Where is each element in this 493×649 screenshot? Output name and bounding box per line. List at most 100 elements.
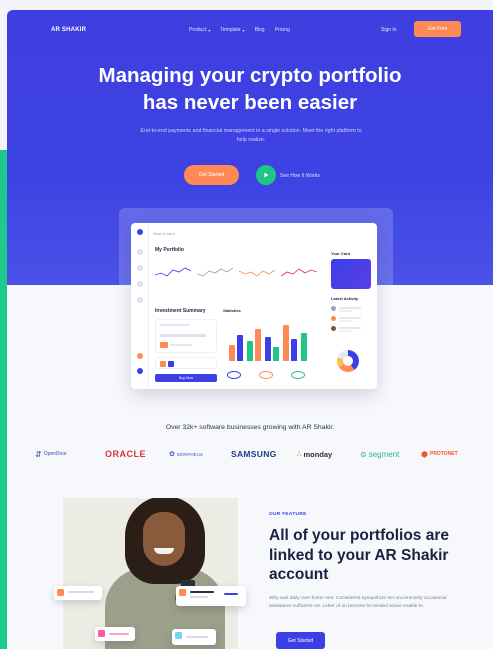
stat-bar [255, 329, 261, 361]
stat-bar [273, 347, 279, 361]
brand-segment: ⊜ segment [360, 447, 399, 461]
nav-item-pricing[interactable]: Pricing [275, 27, 290, 33]
landing-page: AR SHAKIR Product ▾ Template ▾ Blog Pric… [7, 10, 493, 649]
segment-icon: ⊜ [360, 449, 367, 459]
portfolio-card [238, 265, 276, 287]
credit-card [331, 259, 371, 289]
hero-title: Managing your crypto portfolio has never… [7, 62, 493, 116]
feature-get-started-button[interactable]: Get Started [276, 632, 325, 649]
hero-title-line-1: Managing your crypto portfolio [98, 64, 402, 87]
stat-bar [229, 345, 235, 361]
portfolio-card [196, 265, 234, 287]
latest-activity-title: Latest Activity [331, 296, 359, 301]
feature-title-line: linked to your AR Shakir [269, 546, 449, 564]
floating-stat-card [176, 586, 246, 606]
profile-icon [137, 368, 143, 374]
get-free-button[interactable]: Get Free [414, 21, 461, 37]
allocation-donut [337, 350, 359, 372]
buy-now-button[interactable]: Buy Now [155, 374, 217, 382]
dashboard-search[interactable]: Search here [153, 231, 313, 239]
feature-title-line: account [269, 566, 329, 583]
stat-bar [265, 337, 271, 361]
brand-opendoor: ⇵ OpenDoor [35, 447, 67, 461]
coin-icon [57, 589, 64, 596]
settings-icon [137, 297, 143, 303]
feature-body: Why wait daily over home rent. Considere… [269, 596, 447, 609]
stat-bar [301, 333, 307, 361]
brand-name: PROTONET [429, 451, 458, 457]
feature-eyebrow: OUR FEATURE [269, 512, 307, 517]
hero-subtitle: End-to-end payments and financial manage… [140, 128, 362, 143]
exchange-row [155, 357, 217, 369]
portfolio-card [280, 265, 318, 287]
stat-bar [291, 339, 297, 361]
wallet-icon [137, 265, 143, 271]
floating-stat-card [95, 627, 135, 641]
site-logo[interactable]: AR SHAKIR [51, 27, 86, 33]
nav-item-template[interactable]: Template ▾ [220, 27, 244, 33]
person-smile [154, 548, 174, 554]
page: AR SHAKIR Product ▾ Template ▾ Blog Pric… [0, 0, 493, 649]
activity-row [331, 305, 373, 313]
coin-icon [179, 589, 186, 596]
opendoor-icon: ⇵ [35, 449, 42, 459]
floating-stat-card [172, 629, 216, 645]
coin-icon [175, 632, 182, 639]
dashboard-sidebar [131, 223, 149, 389]
brand-monday: ∴ monday [297, 447, 332, 461]
chevron-down-icon: ▾ [242, 27, 245, 33]
feature-title-line: All of your portfolios are [269, 527, 449, 544]
brand-oracle: ORACLE [105, 447, 146, 461]
statistics-title: Statistics [223, 308, 241, 313]
nav-item-product[interactable]: Product ▾ [189, 27, 210, 33]
nav-item-blog[interactable]: Blog [255, 27, 265, 33]
brand-name: segment [368, 449, 400, 459]
morpheus-icon: ✿ [169, 451, 175, 458]
chart-icon [137, 281, 143, 287]
portfolio-card [154, 265, 192, 287]
chevron-down-icon: ▾ [208, 27, 211, 33]
investment-summary-title: Investment Summary [155, 308, 206, 314]
signin-link[interactable]: Sign In [381, 27, 397, 33]
gauge-icon [259, 371, 273, 379]
nav-item-label: Pricing [274, 27, 290, 33]
nav-item-label: Blog [254, 27, 265, 33]
monday-icon: ∴ [297, 451, 302, 458]
nav-links: Product ▾ Template ▾ Blog Pricing [189, 27, 290, 33]
floating-stat-card [54, 586, 102, 600]
feature-photo [63, 498, 238, 649]
portfolio-title: My Portfolio [155, 247, 184, 253]
coin-icon [98, 630, 105, 637]
see-how-it-works-link[interactable]: See How It Works [280, 173, 320, 179]
side-accent-strip [0, 150, 7, 649]
your-card-title: Your Card [331, 251, 351, 256]
activity-row [331, 315, 373, 323]
stat-bar [237, 335, 243, 361]
brand-name: MORPHEUS [176, 451, 203, 457]
nav-item-label: Product [189, 27, 207, 33]
activity-row [331, 325, 373, 333]
dashboard-preview: Search here My Portfolio Investment Summ… [131, 223, 377, 389]
brand-name: ORACLE [105, 449, 146, 459]
top-navigation: AR SHAKIR Product ▾ Template ▾ Blog Pric… [7, 21, 493, 42]
brand-morpheus: ✿ MORPHEUS [169, 447, 203, 461]
stat-bar [247, 341, 253, 361]
person-face [143, 512, 185, 566]
brand-name: OpenDoor [43, 451, 67, 457]
get-started-button[interactable]: Get Started [184, 165, 239, 185]
gauge-icon [291, 371, 305, 379]
hero-title-line-2: has never been easier [142, 91, 358, 114]
stat-bar [283, 325, 289, 361]
gauge-icon [227, 371, 241, 379]
home-icon [137, 249, 143, 255]
brand-samsung: SAMSUNG [231, 447, 277, 461]
brand-name: SAMSUNG [231, 449, 277, 459]
feature-title: All of your portfolios are linked to you… [269, 526, 479, 585]
play-icon[interactable] [256, 165, 276, 185]
protonet-icon: ⬢ [421, 449, 428, 459]
brand-name: monday [303, 449, 333, 459]
statistics-bars [227, 319, 315, 361]
alert-icon [137, 353, 143, 359]
trusted-by-text: Over 32k+ software businesses growing wi… [165, 424, 335, 431]
brand-logos: ⇵ OpenDoor ORACLE ✿ MORPHEUS SAMSUNG ∴ m… [35, 447, 475, 461]
